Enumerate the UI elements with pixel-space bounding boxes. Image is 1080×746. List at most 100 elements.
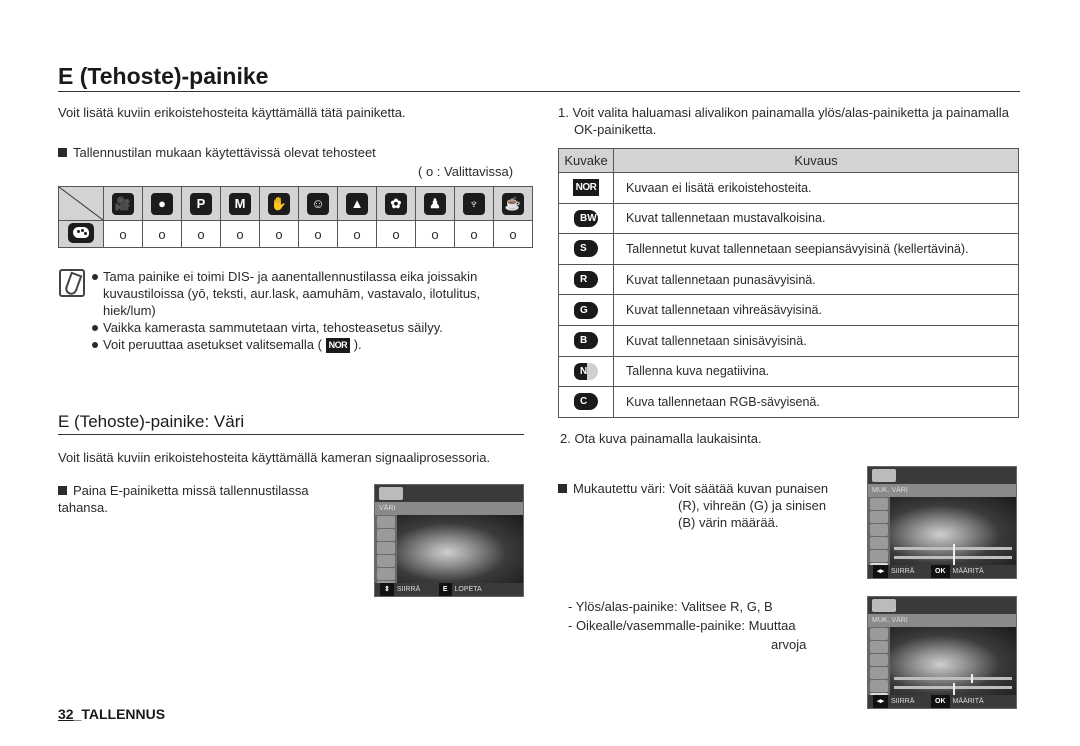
effects-table: Kuvake Kuvaus NOR Kuvaan ei lisätä erikoi… bbox=[558, 148, 1019, 418]
effect-description: Kuvat tallennetaan mustavalkoisina. bbox=[613, 202, 1019, 235]
camera-screen-color-menu: VÄRI ⇕ SIIRRÄ E LOPETA bbox=[374, 484, 524, 597]
step-2: 2. Ota kuva painamalla laukaisinta. bbox=[560, 431, 762, 446]
modes-heading: Tallennustilan mukaan käytettävissä olev… bbox=[58, 144, 376, 161]
availability-cell: o bbox=[454, 220, 494, 248]
effect-g-icon: G bbox=[574, 301, 598, 319]
availability-cell: o bbox=[181, 220, 221, 248]
availability-cell: o bbox=[415, 220, 455, 248]
mode-column-header: M bbox=[220, 186, 260, 221]
effect-s-icon: S bbox=[574, 240, 598, 258]
header-icon-col: Kuvake bbox=[558, 148, 614, 173]
hint-updown: - Ylös/alas-painike: Valitsee R, G, B bbox=[568, 599, 773, 614]
effect-b-icon: B bbox=[574, 332, 598, 350]
effect-row-header bbox=[58, 220, 104, 248]
availability-cell: o bbox=[337, 220, 377, 248]
effect-nor-icon: NOR bbox=[572, 179, 600, 197]
table-row: N Tallenna kuva negatiivina. bbox=[558, 355, 1019, 388]
camera-screen-custom-color-2: MUK. VÄRI ◂▸ SIIRRÄ OK MÄÄRITÄ bbox=[867, 596, 1017, 709]
mode-column-header: ♟ bbox=[415, 186, 455, 221]
availability-cell: o bbox=[493, 220, 533, 248]
slider-thumb bbox=[953, 544, 955, 553]
page-footer: 32_TALLENNUS bbox=[58, 706, 166, 722]
effect-description: Tallenna kuva negatiivina. bbox=[613, 355, 1019, 388]
effect-description: Kuvat tallennetaan vihreäsävyisinä. bbox=[613, 294, 1019, 326]
lcd-keybar: ⇕ SIIRRÄ E LOPETA bbox=[375, 583, 523, 596]
availability-cell: o bbox=[376, 220, 416, 248]
dis-icon: ✋ bbox=[268, 192, 290, 215]
mode-column-header: ● bbox=[142, 186, 182, 221]
auto-icon: ● bbox=[151, 192, 173, 215]
leftright-key-icon: ◂▸ bbox=[873, 695, 889, 708]
lcd-effect-list bbox=[375, 515, 397, 593]
custom-color-text: Mukautettu väri: Voit säätää kuvan punai… bbox=[558, 480, 868, 531]
movie-icon: 🎥 bbox=[112, 192, 134, 215]
intro-text: Voit lisätä kuviin erikoistehosteita käy… bbox=[58, 105, 406, 120]
table-row: B Kuvat tallennetaan sinisävyisinä. bbox=[558, 324, 1019, 357]
effect-description: Kuvat tallennetaan punasävyisinä. bbox=[613, 263, 1019, 296]
cafe-icon: ☕ bbox=[502, 192, 524, 215]
modes-table: 🎥 ● P M ✋ ☺ ▲ ✿ ♟ ♆ ☕ ooooooooooo bbox=[58, 186, 533, 248]
mode-column-header: ☺ bbox=[298, 186, 338, 221]
slider-thumb bbox=[953, 683, 955, 692]
corner-cell bbox=[58, 186, 104, 221]
mode-column-header: 🎥 bbox=[103, 186, 143, 221]
program-icon: P bbox=[190, 192, 212, 215]
step-1: 1. Voit valita haluamasi alivalikon pain… bbox=[558, 105, 1009, 137]
section-intro: Voit lisätä kuviin erikoistehosteita käy… bbox=[58, 450, 491, 465]
square-bullet-icon bbox=[58, 148, 67, 157]
table-row: C Kuva tallennetaan RGB-sävyisenä. bbox=[558, 386, 1019, 418]
square-bullet-icon bbox=[558, 484, 567, 493]
palette-icon bbox=[379, 487, 403, 500]
palette-icon bbox=[68, 222, 94, 243]
effect-description: Kuvaan ei lisätä erikoistehosteita. bbox=[613, 172, 1019, 204]
preview-photo bbox=[397, 515, 523, 583]
table-row: NOR Kuvaan ei lisätä erikoistehosteita. bbox=[558, 172, 1019, 204]
availability-cell: o bbox=[142, 220, 182, 248]
mode-column-header: ✿ bbox=[376, 186, 416, 221]
closeup-icon: ✿ bbox=[385, 192, 407, 215]
palette-icon bbox=[872, 599, 896, 612]
manual-icon: M bbox=[229, 192, 251, 215]
availability-cell: o bbox=[103, 220, 143, 248]
effect-r-icon: R bbox=[574, 271, 598, 289]
modes-legend: ( o : Valittavissa) bbox=[418, 164, 514, 179]
effect-description: Kuva tallennetaan RGB-sävyisenä. bbox=[613, 386, 1019, 418]
availability-cell: o bbox=[220, 220, 260, 248]
table-row: BW Kuvat tallennetaan mustavalkoisina. bbox=[558, 202, 1019, 235]
table-row: S Tallennetut kuvat tallennetaan seepians… bbox=[558, 233, 1019, 265]
hint-leftright-cont: arvoja bbox=[771, 637, 807, 652]
section-title: E (Tehoste)-painike: Väri bbox=[58, 412, 524, 435]
mode-column-header: ▲ bbox=[337, 186, 377, 221]
note-item: Tama painike ei toimi DIS- ja aanentalle… bbox=[91, 268, 511, 319]
effect-description: Kuvat tallennetaan sinisävyisinä. bbox=[613, 324, 1019, 357]
header-desc-col: Kuvaus bbox=[613, 148, 1019, 173]
effect-description: Tallennetut kuvat tallennetaan seepiansä… bbox=[613, 233, 1019, 265]
mode-column-header: ☕ bbox=[493, 186, 533, 221]
mode-column-header: ♆ bbox=[454, 186, 494, 221]
lcd-menu-title: VÄRI bbox=[375, 502, 523, 515]
mode-column-header: P bbox=[181, 186, 221, 221]
note-icon bbox=[59, 269, 85, 297]
availability-cell: o bbox=[298, 220, 338, 248]
availability-cell: o bbox=[259, 220, 299, 248]
portrait-icon: ♟ bbox=[424, 192, 446, 215]
note-list: Tama painike ei toimi DIS- ja aanentalle… bbox=[91, 268, 511, 353]
effect-c-icon: C bbox=[574, 393, 598, 411]
updown-key-icon: ⇕ bbox=[380, 583, 394, 596]
leftright-key-icon: ◂▸ bbox=[873, 565, 889, 578]
effect-n-icon: N bbox=[574, 362, 598, 380]
page-title: E (Tehoste)-painike bbox=[58, 62, 1020, 92]
nor-icon: NOR bbox=[325, 338, 351, 353]
diagonal-line-icon bbox=[59, 187, 103, 220]
note-item: Voit peruuttaa asetukset valitsemalla ( … bbox=[91, 336, 511, 353]
section-instruction: Paina E-painiketta missä tallennustilass… bbox=[58, 483, 309, 515]
slider-thumb bbox=[953, 553, 955, 562]
effect-bw-icon: BW bbox=[574, 209, 598, 227]
landscape-icon: ▲ bbox=[346, 192, 368, 215]
palette-icon bbox=[872, 469, 896, 482]
slider-thumb bbox=[970, 674, 973, 683]
mode-column-header: ✋ bbox=[259, 186, 299, 221]
square-bullet-icon bbox=[58, 486, 67, 495]
photo-help-icon: ☺ bbox=[307, 192, 329, 215]
table-row: R Kuvat tallennetaan punasävyisinä. bbox=[558, 263, 1019, 296]
